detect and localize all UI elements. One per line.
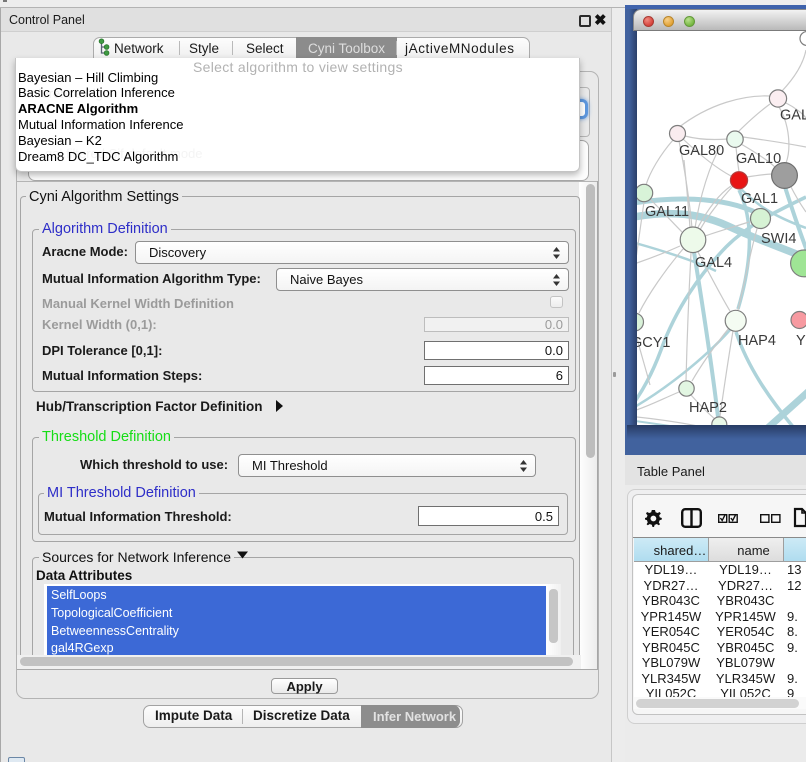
svg-text:GAL10: GAL10	[736, 151, 781, 167]
svg-text:GAL1: GAL1	[741, 191, 778, 207]
svg-text:Y: Y	[796, 333, 806, 349]
svg-text:SWI4: SWI4	[761, 231, 796, 247]
svg-text:GAL11: GAL11	[645, 204, 689, 220]
svg-text:GAL4: GAL4	[695, 255, 732, 271]
svg-text:HAP4: HAP4	[738, 333, 776, 349]
svg-text:GAL80: GAL80	[679, 143, 724, 159]
svg-text:HAP2: HAP2	[689, 400, 727, 416]
svg-text:GCY1: GCY1	[637, 335, 671, 351]
svg-text:GAL7: GAL7	[780, 108, 806, 124]
